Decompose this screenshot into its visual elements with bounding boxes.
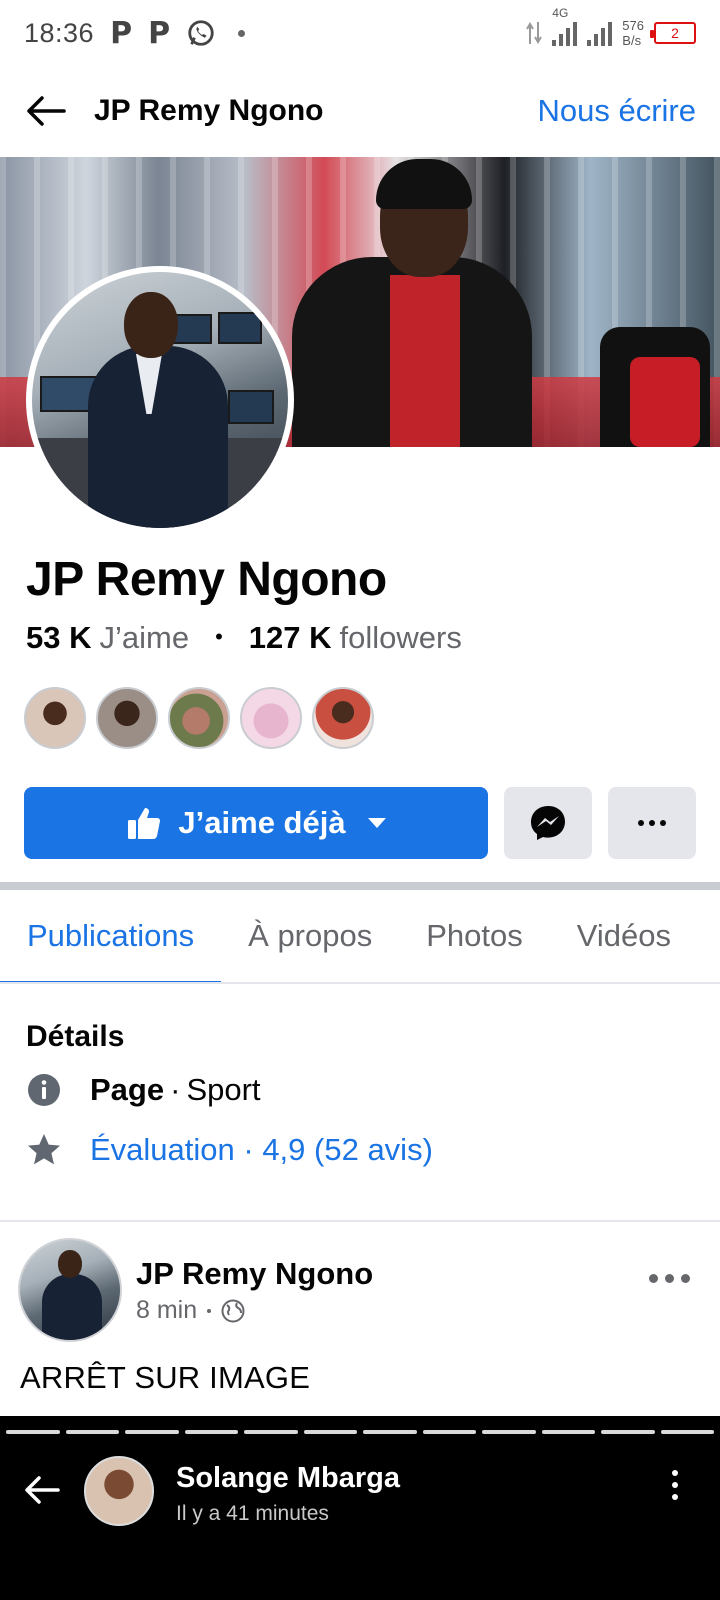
messenger-icon xyxy=(531,806,565,840)
story-preview[interactable]: Solange Mbarga Il y a 41 minutes xyxy=(0,1416,720,1600)
section-divider xyxy=(0,882,720,890)
tab-photos[interactable]: Photos xyxy=(399,890,550,982)
status-time: 18:36 xyxy=(24,17,95,48)
story-author-name[interactable]: Solange Mbarga xyxy=(176,1462,400,1495)
tab-publications[interactable]: Publications xyxy=(0,890,222,982)
followers-count[interactable]: 127 K xyxy=(249,620,332,656)
friend-avatar[interactable] xyxy=(312,687,374,749)
post-time[interactable]: 8 min xyxy=(136,1296,197,1325)
data-arrows-icon xyxy=(526,22,543,44)
page-stats: 53 K J’aime • 127 K followers xyxy=(26,620,462,656)
notification-icons: P P xyxy=(110,15,246,51)
caret-down-icon xyxy=(367,818,386,828)
thumbs-up-icon xyxy=(128,808,161,839)
story-author-avatar[interactable] xyxy=(84,1456,154,1526)
more-dots-icon xyxy=(638,820,666,826)
story-progress-bar xyxy=(6,1430,714,1434)
net-speed-value: 576 xyxy=(622,18,644,33)
friend-avatar[interactable] xyxy=(24,687,86,749)
whatsapp-icon xyxy=(188,20,214,46)
friend-avatar[interactable] xyxy=(96,687,158,749)
signal-4g: 4G xyxy=(552,6,578,46)
stats-separator: • xyxy=(215,624,223,649)
tab-about[interactable]: À propos xyxy=(221,890,399,982)
page-tabs: Publications À propos Photos Vidéos xyxy=(0,890,720,984)
liked-button[interactable]: J’aime déjà xyxy=(24,787,488,859)
page-name: JP Remy Ngono xyxy=(26,553,387,606)
app-header: JP Remy Ngono Nous écrire xyxy=(0,66,720,156)
tab-videos[interactable]: Vidéos xyxy=(550,890,698,982)
page-actions: J’aime déjà xyxy=(24,787,696,859)
battery-level: 2 xyxy=(671,25,679,41)
detail-page-category: Page · Sport xyxy=(26,1072,261,1108)
friends-who-like[interactable] xyxy=(24,687,374,749)
story-time: Il y a 41 minutes xyxy=(176,1502,329,1525)
friend-avatar[interactable] xyxy=(240,687,302,749)
detail-rating[interactable]: Évaluation · 4,9 (52 avis) xyxy=(26,1132,433,1168)
star-icon xyxy=(26,1132,62,1168)
back-arrow-icon[interactable] xyxy=(24,89,68,133)
rating-link[interactable]: Évaluation · 4,9 (52 avis) xyxy=(90,1132,433,1168)
likes-count: 53 K xyxy=(26,620,92,655)
messenger-button[interactable] xyxy=(504,787,592,859)
page-type-label: Page xyxy=(90,1072,165,1107)
globe-icon xyxy=(221,1299,245,1322)
cover-person xyxy=(292,157,532,447)
detail-separator: · xyxy=(170,1072,181,1107)
p-icon: P xyxy=(110,15,133,51)
section-divider xyxy=(0,1220,720,1222)
likes-label: J’aime xyxy=(99,620,190,655)
post-meta: 8 min xyxy=(136,1296,245,1325)
send-message-link[interactable]: Nous écrire xyxy=(538,93,697,129)
friend-avatar[interactable] xyxy=(168,687,230,749)
network-type: 4G xyxy=(552,6,569,20)
battery-icon: 2 xyxy=(650,22,696,44)
profile-picture-image xyxy=(32,272,288,528)
profile-picture[interactable] xyxy=(26,266,294,534)
dot-icon xyxy=(238,29,246,37)
post-text: ARRÊT SUR IMAGE xyxy=(20,1360,311,1395)
cover-chair-seat xyxy=(630,357,700,447)
story-menu-icon[interactable] xyxy=(672,1470,678,1500)
details-heading: Détails xyxy=(26,1020,125,1053)
system-icons: 4G 576 B/s 2 xyxy=(526,6,696,48)
net-speed-unit: B/s xyxy=(622,33,642,48)
more-options-button[interactable] xyxy=(608,787,696,859)
story-back-arrow-icon[interactable] xyxy=(20,1468,64,1512)
status-bar: 18:36 P P 4G 576 B/s 2 xyxy=(0,0,720,66)
header-title: JP Remy Ngono xyxy=(94,94,324,127)
signal-icon xyxy=(587,20,613,46)
post-author-name[interactable]: JP Remy Ngono xyxy=(136,1256,373,1292)
net-speed: 576 B/s xyxy=(622,18,644,48)
signal-icon xyxy=(552,20,578,46)
followers-label[interactable]: followers xyxy=(340,620,462,656)
post-options-icon[interactable] xyxy=(649,1274,690,1283)
liked-label: J’aime déjà xyxy=(178,805,346,840)
p-icon: P xyxy=(148,15,171,51)
page-category: Sport xyxy=(186,1072,261,1107)
meta-separator xyxy=(207,1308,212,1313)
post-author-avatar[interactable] xyxy=(18,1238,122,1342)
info-icon xyxy=(26,1072,62,1108)
